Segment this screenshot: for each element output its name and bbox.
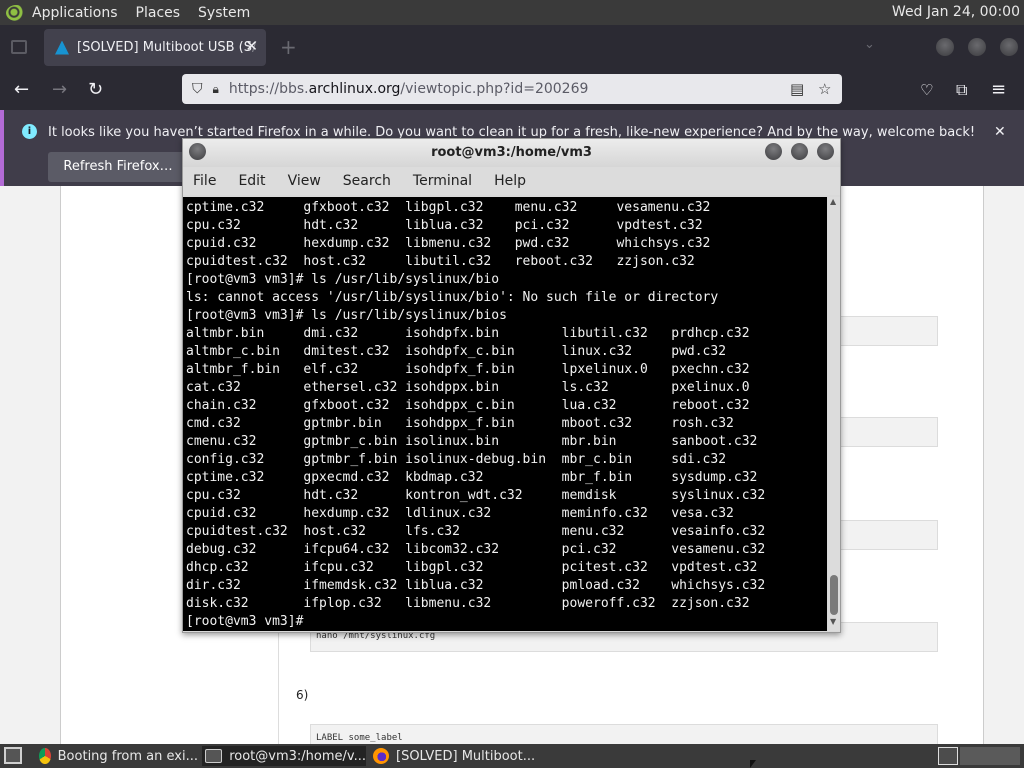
terminal-line: debug.c32 ifcpu64.c32 libcom32.c32 pci.c… — [186, 542, 766, 557]
task-label: root@vm3:/home/v... — [229, 748, 366, 764]
new-tab-icon[interactable]: + — [280, 35, 297, 59]
terminal-line: altmbr.bin dmi.c32 isohdpfx.bin libutil.… — [186, 326, 750, 341]
menu-places[interactable]: Places — [136, 5, 181, 21]
pocket-icon[interactable]: ♡ — [920, 81, 933, 99]
browser-nav-bar: ← → ↻ ⛉ 🔒︎ https://bbs. archlinux.org/vie… — [0, 70, 1024, 110]
terminal-menu-search[interactable]: Search — [343, 173, 391, 189]
tab-close-icon[interactable]: ✕ — [245, 37, 258, 55]
terminal-window[interactable]: root@vm3:/home/vm3 File Edit View Search… — [182, 138, 841, 633]
terminal-menu-file[interactable]: File — [193, 173, 216, 189]
terminal-line: cpu.c32 hdt.c32 kontron_wdt.c32 memdisk … — [186, 488, 766, 503]
terminal-line: [root@vm3 vm3]# ls /usr/lib/syslinux/bio — [186, 272, 500, 287]
window-menu-icon[interactable] — [189, 143, 206, 160]
terminal-close-icon[interactable] — [817, 143, 834, 160]
menu-applications[interactable]: Applications — [32, 5, 118, 21]
list-tabs-chevron-icon[interactable]: ⌄ — [864, 37, 875, 52]
browser-tab[interactable]: [SOLVED] Multiboot USB (S / ✕ — [44, 29, 266, 66]
task-terminal[interactable]: root@vm3:/home/v... — [202, 746, 366, 766]
url-prefix: https://bbs. — [228, 81, 309, 97]
terminal-line: chain.c32 gfxboot.c32 isohdppx_c.bin lua… — [186, 398, 750, 413]
terminal-line: dhcp.c32 ifcpu.c32 libgpl.c32 pcitest.c3… — [186, 560, 758, 575]
reader-view-icon[interactable]: ▤ — [790, 80, 804, 98]
task-label: Booting from an exi... — [57, 748, 198, 764]
url-path: /viewtopic.php?id=200269 — [400, 81, 589, 97]
terminal-menubar: File Edit View Search Terminal Help — [183, 167, 840, 195]
terminal-menu-view[interactable]: View — [288, 173, 321, 189]
browser-tab-bar: [SOLVED] Multiboot USB (S / ✕ + ⌄ — [0, 25, 1024, 70]
scrollbar-thumb[interactable] — [830, 575, 838, 615]
terminal-line: altmbr_c.bin dmitest.c32 isohdpfx_c.bin … — [186, 344, 727, 359]
terminal-title[interactable]: root@vm3:/home/vm3 — [183, 139, 840, 167]
terminal-maximize-icon[interactable] — [791, 143, 808, 160]
code-box: LABEL some_label — [310, 724, 938, 744]
task-firefox[interactable]: [SOLVED] Multiboot... — [370, 746, 540, 766]
lock-icon[interactable]: 🔒︎ — [213, 82, 219, 97]
url-domain: archlinux.org — [308, 81, 401, 97]
terminal-line: ls: cannot access '/usr/lib/syslinux/bio… — [186, 290, 719, 305]
close-window-icon[interactable] — [1000, 38, 1018, 56]
back-arrow-icon[interactable]: ← — [14, 79, 29, 100]
info-icon: i — [22, 124, 37, 139]
terminal-line: cpuid.c32 hexdump.c32 libmenu.c32 pwd.c3… — [186, 236, 711, 251]
notification-close-icon[interactable]: ✕ — [994, 124, 1006, 140]
refresh-firefox-button[interactable]: Refresh Firefox… — [48, 152, 188, 182]
firefox-view-icon[interactable] — [11, 40, 27, 54]
tracking-shield-icon[interactable]: ⛉ — [192, 81, 203, 97]
scroll-down-icon[interactable]: ▼ — [830, 617, 836, 626]
terminal-line: dir.c32 ifmemdsk.c32 liblua.c32 pmload.c… — [186, 578, 766, 593]
terminal-line: cpuidtest.c32 host.c32 libutil.c32 reboo… — [186, 254, 695, 269]
terminal-line: disk.c32 ifplop.c32 libmenu.c32 poweroff… — [186, 596, 750, 611]
terminal-line: cpuid.c32 hexdump.c32 ldlinux.c32 meminf… — [186, 506, 734, 521]
terminal-line: [root@vm3 vm3]# — [186, 614, 312, 629]
url-bar[interactable]: ⛉ 🔒︎ https://bbs. archlinux.org/viewtopic… — [182, 74, 842, 104]
forward-arrow-icon[interactable]: → — [52, 79, 67, 100]
tab-title: [SOLVED] Multiboot USB (S — [77, 40, 252, 55]
terminal-minimize-icon[interactable] — [765, 143, 782, 160]
show-desktop-icon[interactable] — [4, 747, 22, 764]
workspace-switcher-1[interactable] — [938, 747, 958, 765]
maximize-window-icon[interactable] — [968, 38, 986, 56]
terminal-line: cpu.c32 hdt.c32 liblua.c32 pci.c32 vpdte… — [186, 218, 703, 233]
terminal-line: cptime.c32 gfxboot.c32 libgpl.c32 menu.c… — [186, 200, 711, 215]
task-chrome[interactable]: Booting from an exi... — [36, 746, 198, 766]
terminal-line: cmd.c32 gptmbr.bin isohdppx_f.bin mboot.… — [186, 416, 734, 431]
mouse-cursor-icon — [750, 760, 756, 768]
terminal-line: cptime.c32 gpxecmd.c32 kbdmap.c32 mbr_f.… — [186, 470, 758, 485]
bookmark-star-icon[interactable]: ☆ — [818, 80, 831, 98]
bottom-panel: Booting from an exi... root@vm3:/home/v.… — [0, 744, 1024, 768]
distro-logo-icon[interactable] — [6, 4, 26, 21]
terminal-line: config.c32 gptmbr_f.bin isolinux-debug.b… — [186, 452, 727, 467]
clock[interactable]: Wed Jan 24, 00:00 — [892, 4, 1020, 20]
firefox-icon — [373, 748, 389, 764]
terminal-scrollbar[interactable]: ▲ ▼ — [828, 197, 840, 631]
chrome-icon — [39, 748, 51, 764]
scroll-up-icon[interactable]: ▲ — [830, 197, 836, 206]
label-line: LABEL some_label — [316, 733, 403, 743]
terminal-line: cmenu.c32 gptmbr_c.bin isolinux.bin mbr.… — [186, 434, 758, 449]
arch-favicon-icon — [55, 40, 69, 55]
terminal-menu-terminal[interactable]: Terminal — [413, 173, 472, 189]
terminal-line: altmbr_f.bin elf.c32 isohdpfx_f.bin lpxe… — [186, 362, 750, 377]
minimize-window-icon[interactable] — [936, 38, 954, 56]
terminal-line: cat.c32 ethersel.c32 isohdppx.bin ls.c32… — [186, 380, 750, 395]
step-label: 6) — [296, 688, 309, 702]
extensions-icon[interactable]: ⧉ — [956, 80, 967, 100]
top-panel: Applications Places System Wed Jan 24, 0… — [0, 0, 1024, 25]
menu-system[interactable]: System — [198, 5, 250, 21]
terminal-icon — [205, 749, 223, 763]
reload-icon[interactable]: ↻ — [88, 79, 103, 100]
terminal-screen[interactable]: cptime.c32 gfxboot.c32 libgpl.c32 menu.c… — [183, 197, 827, 631]
terminal-line: cpuidtest.c32 host.c32 lfs.c32 menu.c32 … — [186, 524, 766, 539]
task-label: [SOLVED] Multiboot... — [396, 748, 536, 764]
terminal-menu-edit[interactable]: Edit — [238, 173, 265, 189]
terminal-menu-help[interactable]: Help — [494, 173, 526, 189]
workspace-switcher-2[interactable] — [960, 747, 1020, 765]
app-menu-icon[interactable]: ≡ — [991, 79, 1006, 100]
terminal-line: [root@vm3 vm3]# ls /usr/lib/syslinux/bio… — [186, 308, 507, 323]
